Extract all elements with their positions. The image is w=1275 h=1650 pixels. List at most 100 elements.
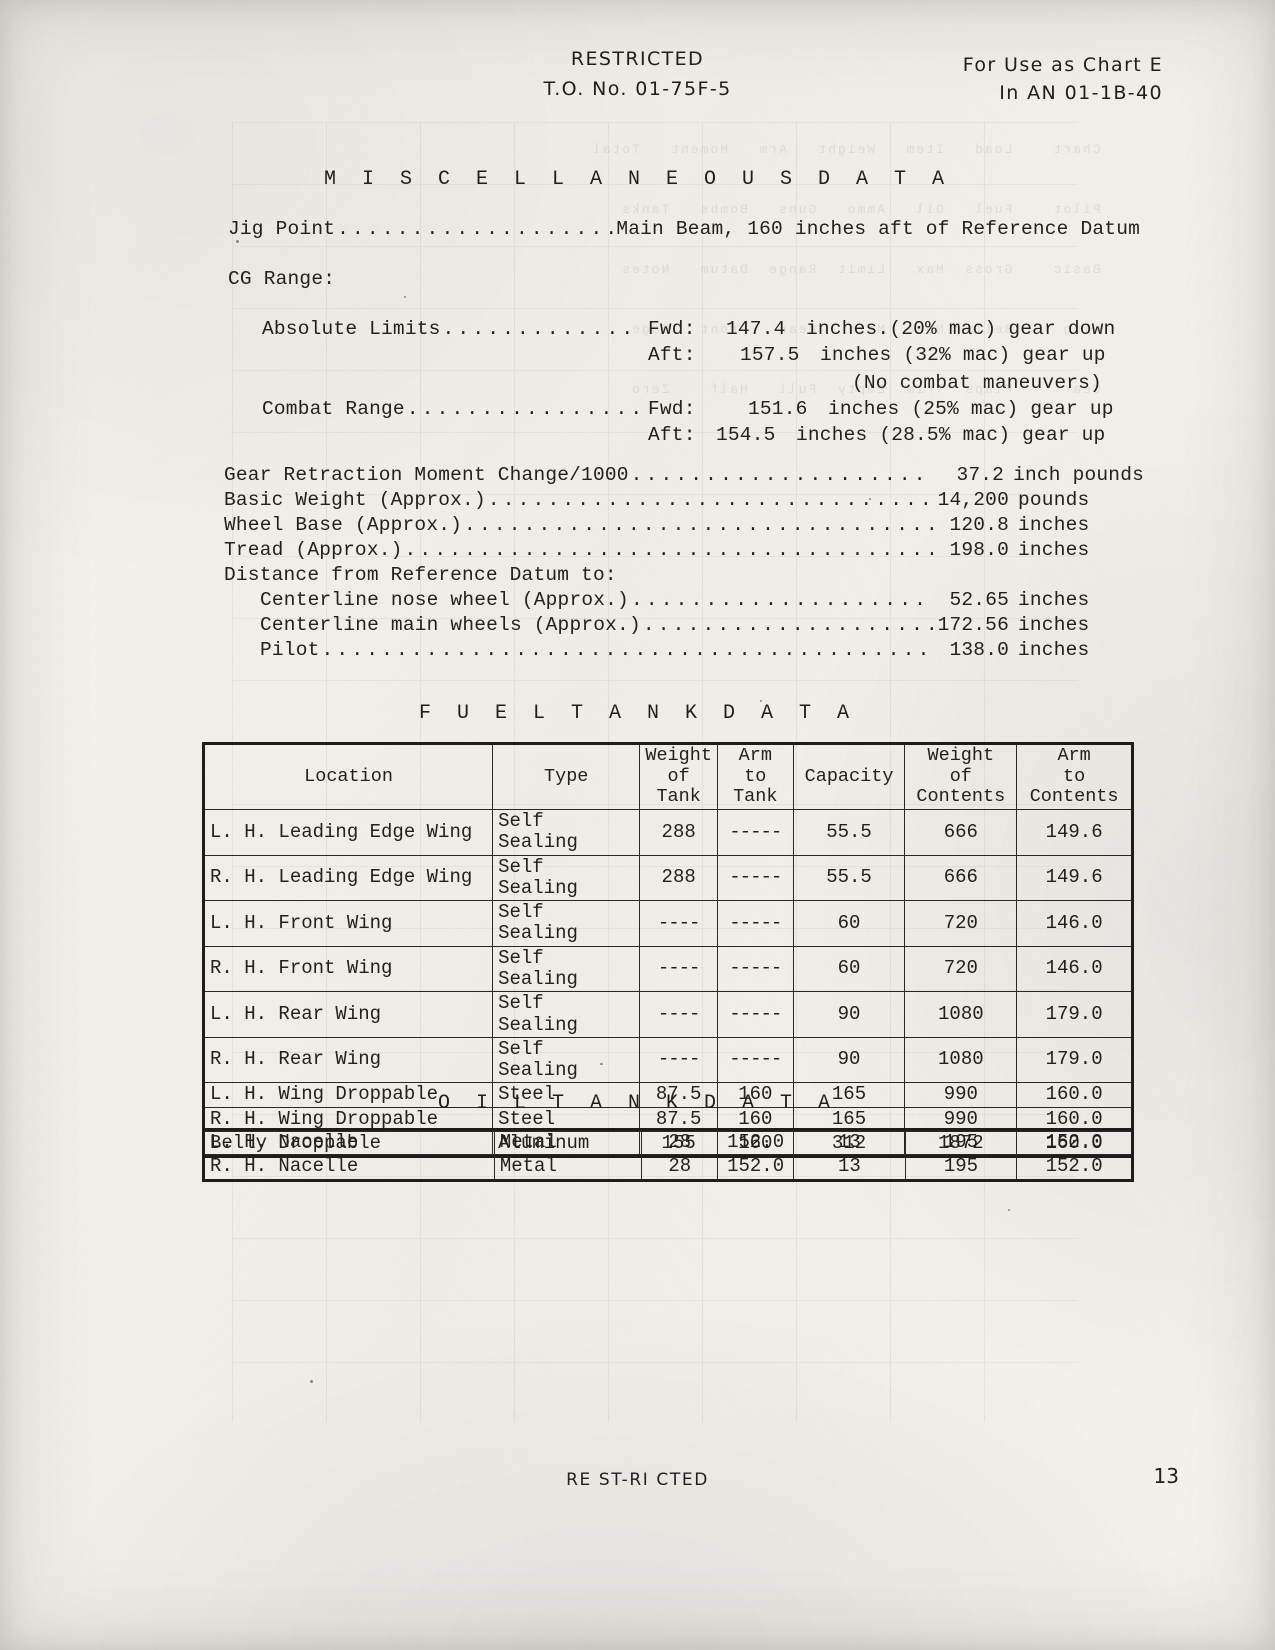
oil-tank-data-title: O I L T A N K D A T A: [437, 1092, 838, 1115]
datum-row: Centerline main wheels (Approx.) .......…: [260, 614, 1144, 636]
datum-label: Pilot: [260, 639, 320, 661]
leader-dots: ........................................…: [630, 466, 929, 486]
cell-weight-of-contents: 666: [904, 854, 1018, 902]
cell-location: R. H. Nacelle: [203, 1154, 495, 1181]
datum-unit: inches: [1018, 589, 1090, 611]
measurement-value: 120.8: [949, 514, 1009, 536]
cell-capacity: 60: [792, 945, 906, 993]
cg-row-3-text: inches (25% mac) gear up: [828, 398, 1114, 420]
cell-arm-to-contents: 146.0: [1016, 945, 1133, 993]
datum-label: Centerline main wheels (Approx.): [260, 614, 641, 636]
cell-capacity: 60: [792, 900, 906, 947]
cg-row-1-dir: Aft:: [648, 344, 696, 366]
cell-arm-to-contents: 152.0: [1016, 1128, 1133, 1156]
header-line-3: Contents: [1029, 786, 1119, 808]
column-header-capacity: Capacity: [792, 742, 906, 811]
table-row: R. H. Rear Wing Self Sealing ---- ----- …: [202, 1036, 1133, 1084]
cg-row-3-dir: Fwd:: [648, 398, 696, 420]
cell-weight-of-tank: ----: [639, 1036, 718, 1084]
cg-row-label: Combat Range: [262, 398, 405, 420]
datum-value: 52.65: [949, 589, 1009, 611]
cg-row-0-text: inches.(20% mac) gear down: [806, 318, 1116, 340]
leader-dots: ........................................…: [321, 641, 933, 661]
chart-note-line-2: In AN 01-1B-40: [999, 82, 1163, 104]
header-line-2: to: [1063, 765, 1086, 787]
cell-type: Self Sealing: [492, 900, 641, 947]
cell-type: Metal: [493, 1154, 643, 1181]
cell-arm-to-tank: -----: [716, 945, 794, 993]
cell-weight-of-contents: 1080: [904, 1036, 1018, 1084]
measurement-label: Tread (Approx.): [224, 539, 403, 561]
page-number: 13: [1153, 1464, 1179, 1488]
datum-value: 172.56: [937, 614, 1009, 636]
leader-dots: ..............................: [406, 400, 640, 420]
measurement-value: 14,200: [937, 489, 1009, 511]
cell-arm-to-contents: 179.0: [1016, 991, 1133, 1038]
header-line-1: Weight: [645, 745, 712, 766]
oil-tank-body: L. H. Nacelle Metal 28 152.0 13 195 152.…: [203, 1128, 1133, 1181]
cell-arm-to-contents: 152.0: [1016, 1154, 1133, 1181]
cell-capacity: 13: [793, 1128, 906, 1156]
measurement-row: Wheel Base (Approx.) ...................…: [224, 514, 1144, 536]
cell-capacity: 55.5: [792, 854, 906, 902]
datum-value: 138.0: [949, 639, 1009, 661]
header-line-2: of: [667, 765, 690, 787]
header-line-2: Location: [304, 765, 393, 787]
cell-weight-of-contents: 1080: [904, 991, 1018, 1038]
cell-type: Self Sealing: [492, 854, 641, 902]
measurement-label: Gear Retraction Moment Change/1000: [224, 464, 629, 486]
cell-arm-to-contents: 146.0: [1016, 900, 1133, 947]
header-line-2: to: [744, 765, 767, 787]
cell-weight-of-contents: 720: [904, 945, 1018, 993]
table-row: R. H. Leading Edge Wing Self Sealing 288…: [202, 854, 1133, 902]
cg-row-1-value: 157.5: [740, 344, 800, 366]
header-line-3: Tank: [733, 786, 778, 808]
datum-heading: Distance from Reference Datum to:: [224, 564, 617, 586]
cell-arm-to-tank: 152.0: [717, 1128, 795, 1156]
leader-dots: ........................................…: [630, 591, 933, 611]
cell-capacity: 90: [792, 1036, 906, 1084]
cg-row-label: Absolute Limits: [262, 318, 441, 340]
miscellaneous-data-title: M I S C E L L A N E O U S D A T A: [323, 168, 952, 191]
jig-point-label: Jig Point: [228, 218, 336, 240]
measurement-unit: pounds: [1018, 489, 1090, 511]
fuel-tank-header-row: Location Type Weight of Tank Arm to Tank…: [202, 742, 1133, 811]
column-header-arm-to-contents: Arm to Contents: [1016, 742, 1133, 811]
measurement-row: Gear Retraction Moment Change/1000 .....…: [224, 464, 1144, 486]
cell-capacity: 13: [793, 1154, 906, 1181]
leader-dots: ........................................…: [337, 220, 615, 240]
cell-weight-of-tank: 288: [639, 809, 718, 856]
cell-weight-of-contents: 666: [904, 809, 1018, 856]
column-header-location: Location: [202, 742, 494, 811]
oil-tank-table: L. H. Nacelle Metal 28 152.0 13 195 152.…: [202, 1128, 1134, 1182]
column-header-type: Type: [492, 742, 641, 811]
cell-arm-to-contents: 149.6: [1016, 854, 1133, 902]
measurement-value: 198.0: [949, 539, 1009, 561]
cg-row-2-text: (No combat maneuvers): [852, 372, 1102, 394]
cell-weight-of-tank: 288: [639, 854, 718, 902]
cell-capacity: 55.5: [792, 809, 906, 856]
measurement-unit: inches: [1018, 514, 1090, 536]
cell-weight-of-tank: 28: [641, 1154, 719, 1181]
cell-weight-of-contents: 195: [904, 1128, 1018, 1156]
cell-type: Self Sealing: [492, 945, 641, 993]
cg-row-4-text: inches (28.5% mac) gear up: [796, 424, 1106, 446]
measurement-unit: inch pounds: [1013, 464, 1144, 486]
cell-weight-of-tank: ----: [639, 945, 718, 993]
cell-arm-to-tank: 152.0: [717, 1154, 795, 1181]
table-row: L. H. Rear Wing Self Sealing ---- ----- …: [202, 991, 1133, 1038]
table-row: L. H. Front Wing Self Sealing ---- -----…: [202, 900, 1133, 947]
measurement-label: Basic Weight (Approx.): [224, 489, 486, 511]
chart-note-line-1: For Use as Chart E: [962, 54, 1163, 76]
measurement-row: Basic Weight (Approx.) .................…: [224, 489, 1144, 511]
cell-arm-to-tank: -----: [716, 900, 794, 947]
table-row: L. H. Nacelle Metal 28 152.0 13 195 152.…: [203, 1128, 1133, 1156]
cell-location: L. H. Nacelle: [203, 1128, 495, 1156]
cg-row-0-value: 147.4: [726, 318, 786, 340]
cell-location: R. H. Rear Wing: [202, 1036, 494, 1084]
cell-arm-to-contents: 149.6: [1016, 809, 1133, 856]
cell-arm-to-tank: -----: [716, 991, 794, 1038]
header-line-3: Contents: [916, 786, 1006, 808]
leader-dots: ........................................…: [464, 516, 933, 536]
leader-dots: ........................................…: [404, 541, 933, 561]
